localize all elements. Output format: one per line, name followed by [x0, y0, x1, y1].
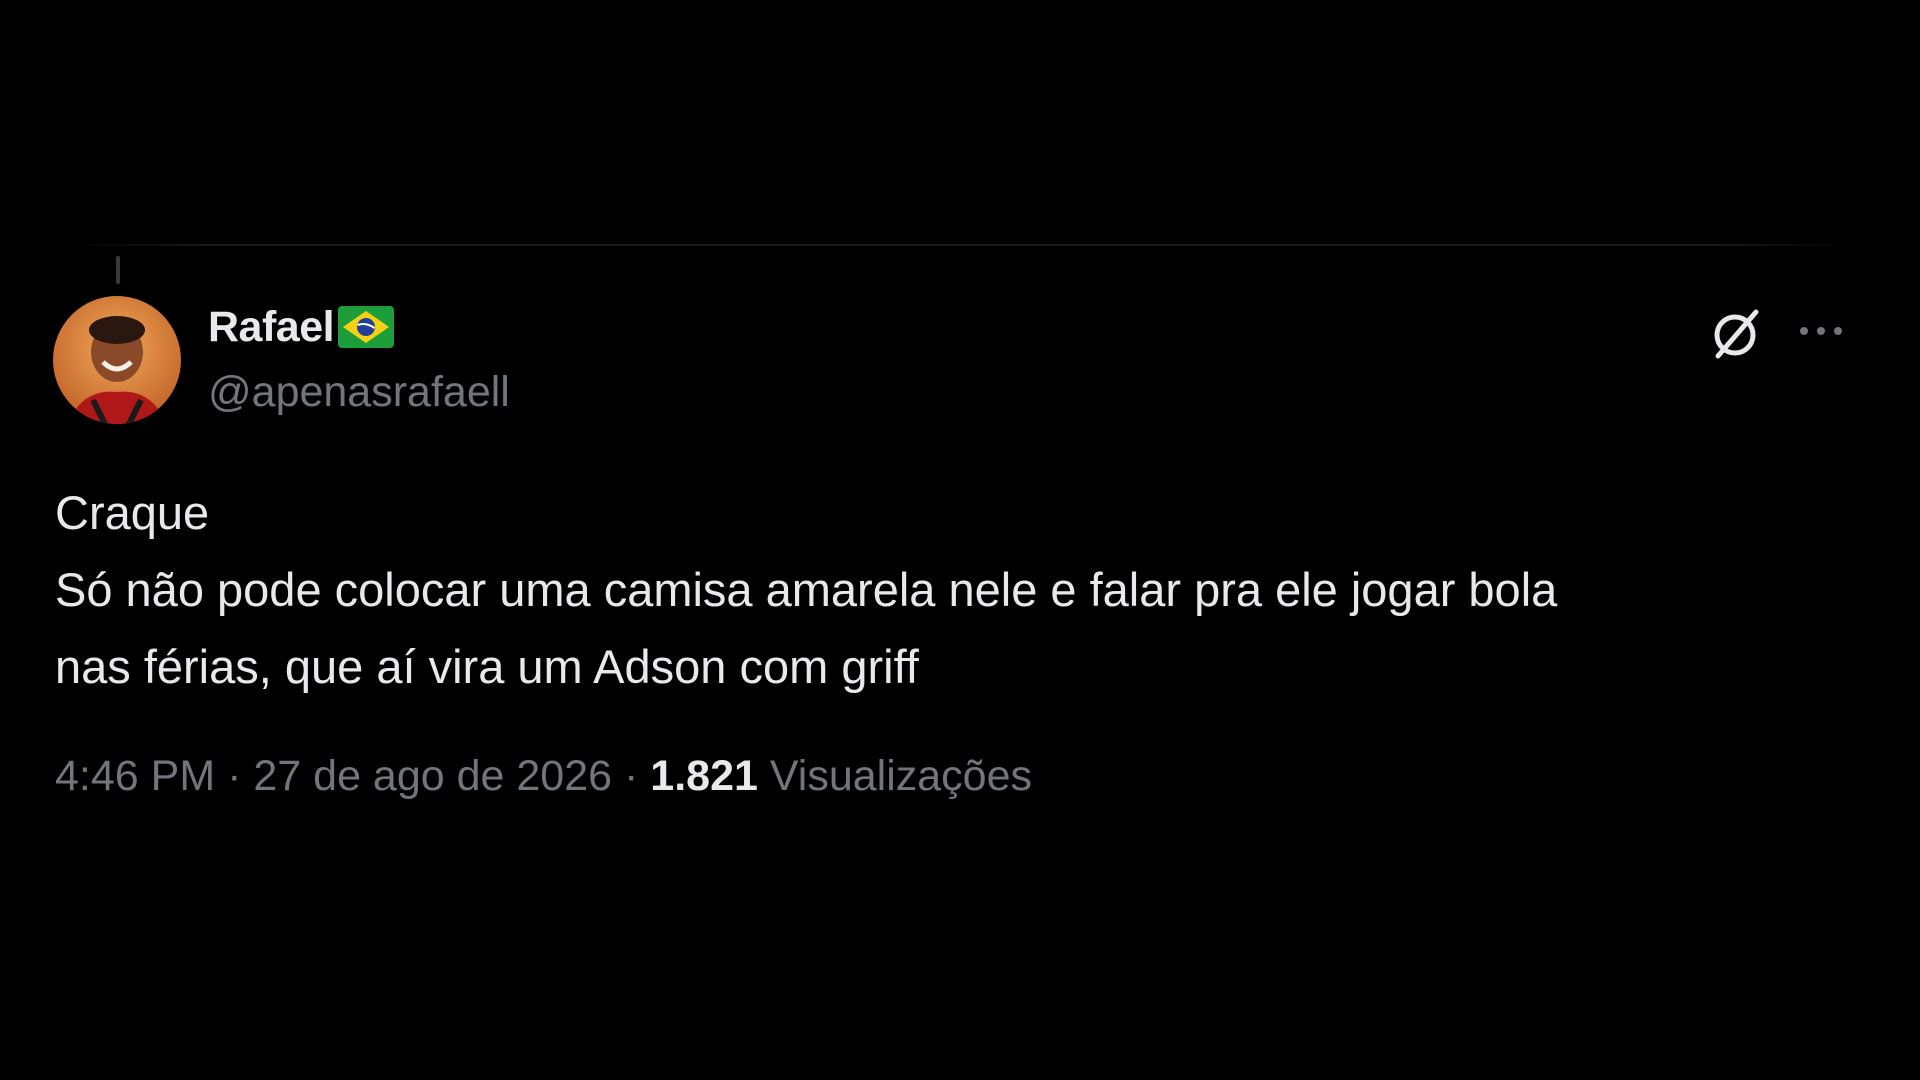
- grok-icon: [1714, 309, 1759, 359]
- avatar-image: [53, 296, 181, 424]
- brazil-flag-icon: [338, 306, 395, 348]
- more-options-icon: [1800, 327, 1842, 335]
- tweet-card: Rafael @apenasrafaell Craque Só não pode…: [0, 0, 1920, 1080]
- tweet-text-line: Craque: [55, 486, 210, 539]
- tweet-meta: 4:46 PM · 27 de ago de 2026 · 1.821 Visu…: [55, 752, 1032, 801]
- more-options-button[interactable]: [1790, 310, 1852, 352]
- views-count[interactable]: 1.821: [650, 752, 758, 800]
- tweet-time[interactable]: 4:46 PM: [55, 752, 215, 800]
- avatar[interactable]: [53, 296, 181, 424]
- views-label[interactable]: Visualizações: [770, 752, 1032, 800]
- tweet-date[interactable]: 27 de ago de 2026: [253, 752, 612, 800]
- grok-button[interactable]: [1706, 302, 1768, 364]
- meta-separator: ·: [624, 752, 639, 800]
- meta-separator: ·: [227, 752, 242, 800]
- tweet-text: Craque Só não pode colocar uma camisa am…: [55, 474, 1845, 705]
- display-name-row[interactable]: Rafael: [208, 302, 395, 352]
- author-handle[interactable]: @apenasrafaell: [208, 368, 510, 417]
- thread-connector-line: [116, 256, 120, 284]
- divider: [66, 244, 1856, 246]
- tweet-text-line: nas férias, que aí vira um Adson com gri…: [55, 640, 919, 693]
- display-name[interactable]: Rafael: [208, 303, 335, 352]
- tweet-text-line: Só não pode colocar uma camisa amarela n…: [55, 563, 1558, 616]
